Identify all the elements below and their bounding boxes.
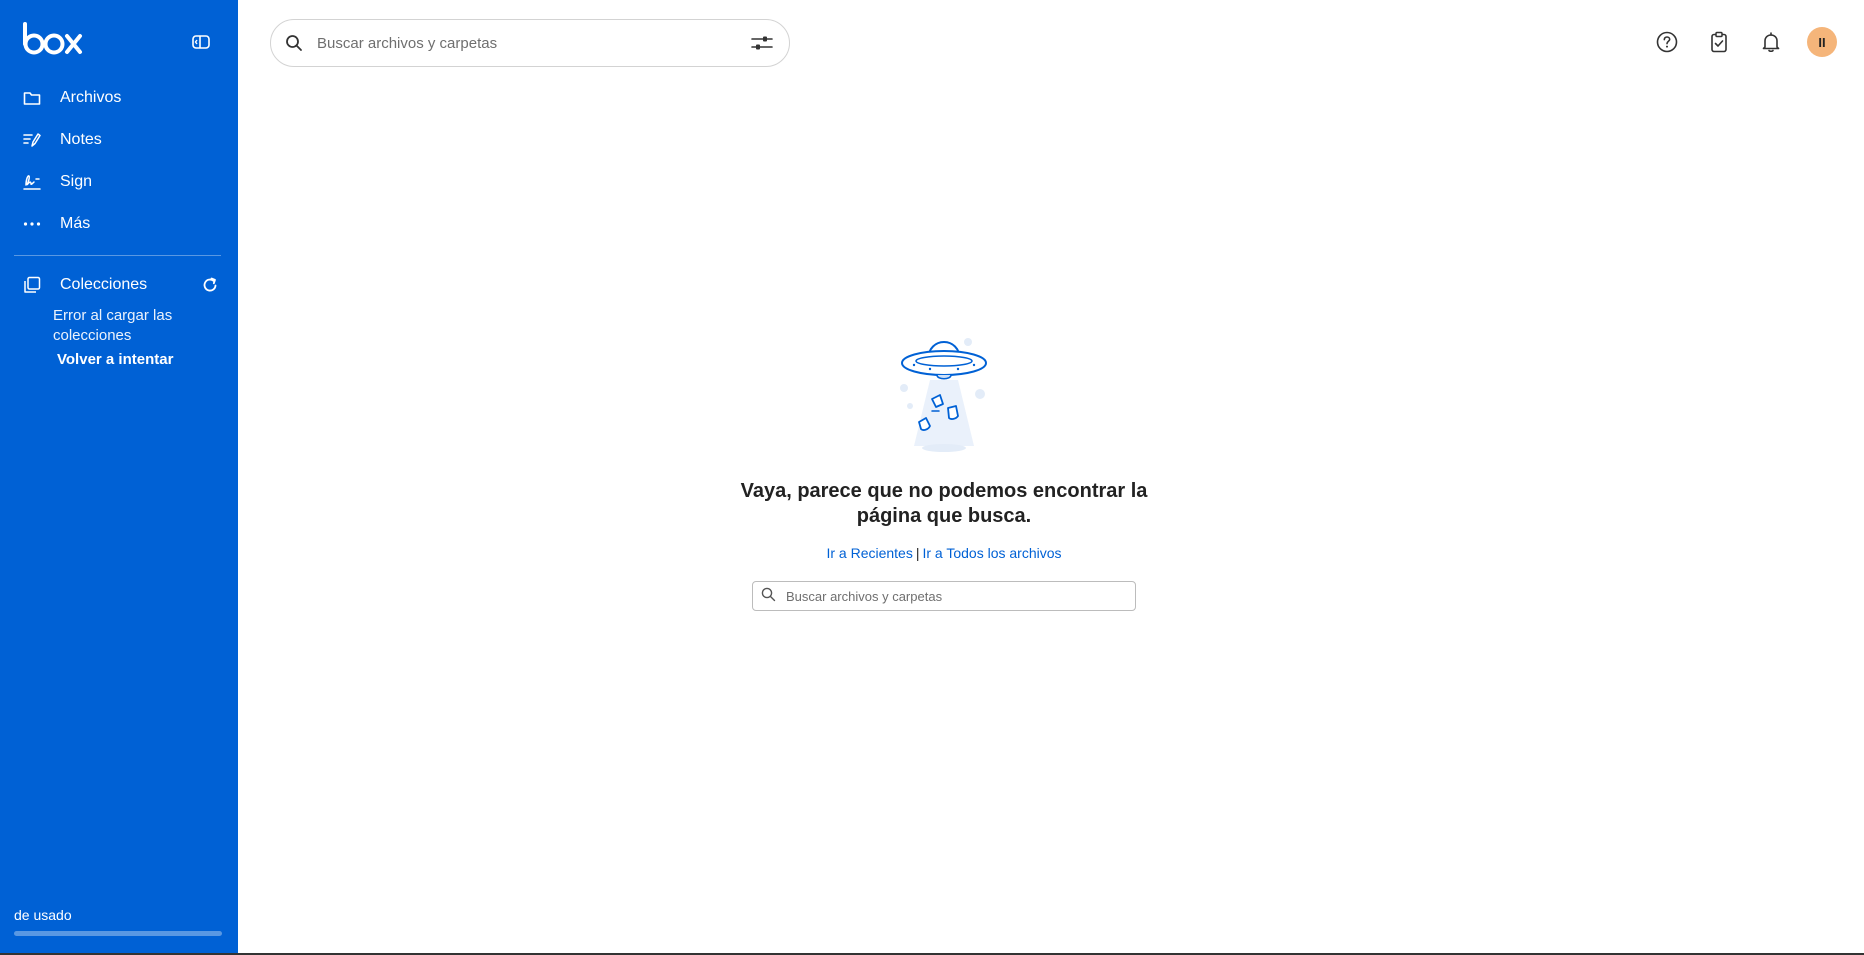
sidebar-item-notes[interactable]: Notes — [14, 123, 224, 157]
page-search-input[interactable] — [786, 588, 1135, 604]
sidebar-item-label: Más — [60, 215, 91, 232]
sidebar-item-sign[interactable]: Sign — [14, 165, 224, 199]
storage-usage-bar — [14, 931, 222, 936]
tasks-icon[interactable] — [1708, 31, 1730, 53]
page-not-found-title: Vaya, parece que no podemos encontrar la… — [740, 480, 1148, 527]
notifications-bell-icon[interactable] — [1760, 31, 1782, 53]
collapse-sidebar-icon[interactable] — [192, 34, 210, 50]
sidebar-item-label: Archivos — [60, 89, 122, 106]
search-icon — [286, 35, 302, 51]
global-search-input[interactable] — [317, 34, 751, 52]
collections-icon — [22, 275, 42, 295]
sidebar-item-archivos[interactable]: Archivos — [14, 81, 224, 115]
sign-icon — [22, 172, 42, 192]
sidebar: Archivos Notes Sign Más Colecciones Erro… — [0, 0, 238, 953]
go-to-recents-link[interactable]: Ir a Recientes — [826, 545, 912, 561]
filter-icon[interactable] — [751, 35, 773, 51]
help-icon[interactable] — [1656, 31, 1678, 53]
user-avatar[interactable]: II — [1807, 27, 1837, 57]
ufo-illustration — [896, 336, 992, 456]
sidebar-item-label: Notes — [60, 131, 102, 148]
storage-usage-label: de usado — [14, 907, 72, 923]
go-to-all-files-link[interactable]: Ir a Todos los archivos — [922, 545, 1061, 561]
link-separator: | — [915, 545, 920, 561]
search-icon — [761, 587, 776, 601]
notes-icon — [22, 130, 42, 150]
more-icon — [22, 214, 42, 234]
page-search-bar — [752, 581, 1136, 611]
collections-error-text: Error al cargar las colecciones — [53, 307, 173, 344]
refresh-icon[interactable] — [201, 276, 219, 294]
sidebar-item-label: Sign — [60, 173, 93, 190]
sidebar-item-label: Colecciones — [60, 276, 148, 293]
sidebar-divider — [14, 255, 221, 256]
retry-link[interactable]: Volver a intentar — [57, 351, 173, 368]
sidebar-item-mas[interactable]: Más — [14, 207, 224, 241]
global-search-bar — [270, 19, 790, 67]
folder-icon — [22, 88, 42, 108]
page-not-found-links: Ir a Recientes | Ir a Todos los archivos — [736, 545, 1152, 561]
sidebar-item-colecciones[interactable]: Colecciones — [14, 268, 194, 302]
box-logo[interactable] — [22, 22, 84, 56]
